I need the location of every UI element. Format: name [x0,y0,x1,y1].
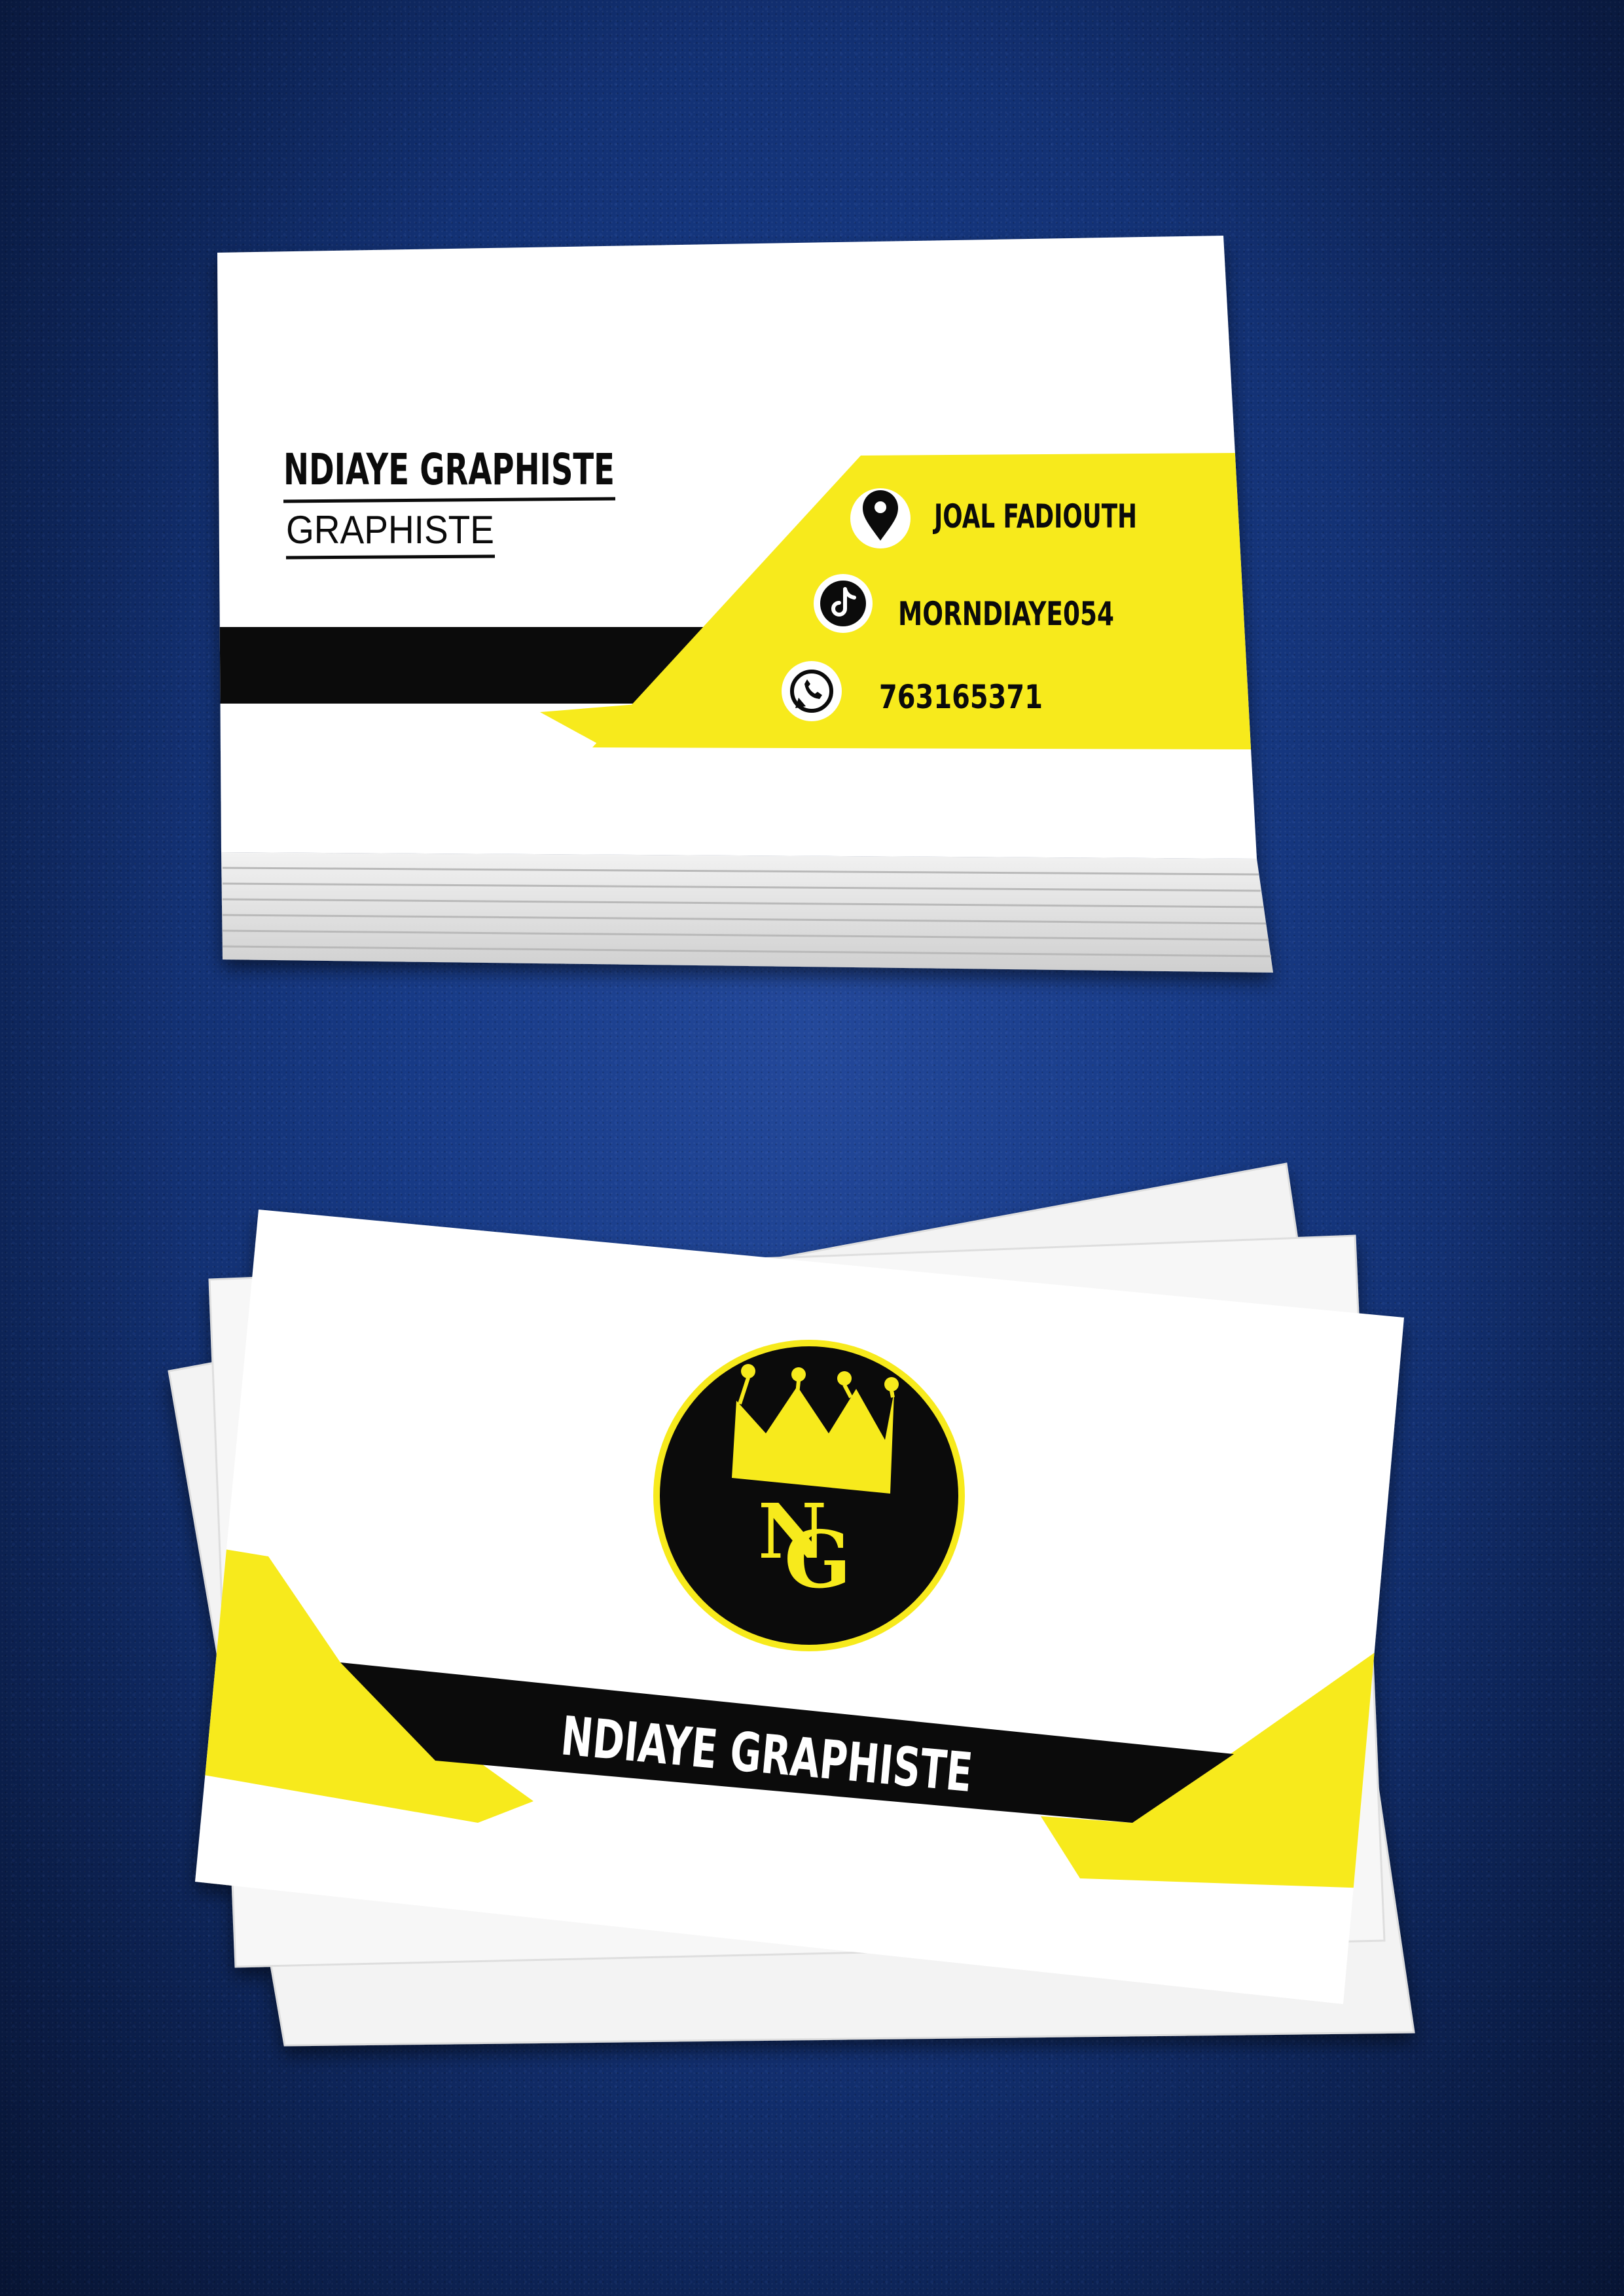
front-name: NDIAYE GRAPHISTE [283,444,615,495]
contact-whatsapp-text: 763165371 [879,678,1043,716]
whatsapp-icon [782,661,842,721]
ng-crown-logo: N G [653,1340,965,1651]
front-black-stripe [217,627,713,704]
location-pin-icon [850,488,911,548]
front-title-underline [285,554,496,560]
front-title: GRAPHISTE [286,508,494,552]
contact-location-text: JOAL FADIOUTH [933,497,1137,535]
mockup-scene: NDIAYE GRAPHISTE GRAPHISTE JOAL FADIOUTH… [168,236,1415,2047]
contact-tiktok-text: MORNDIAYE054 [898,595,1114,633]
logo-letter-g: G [784,1514,851,1606]
tiktok-icon [814,574,873,633]
